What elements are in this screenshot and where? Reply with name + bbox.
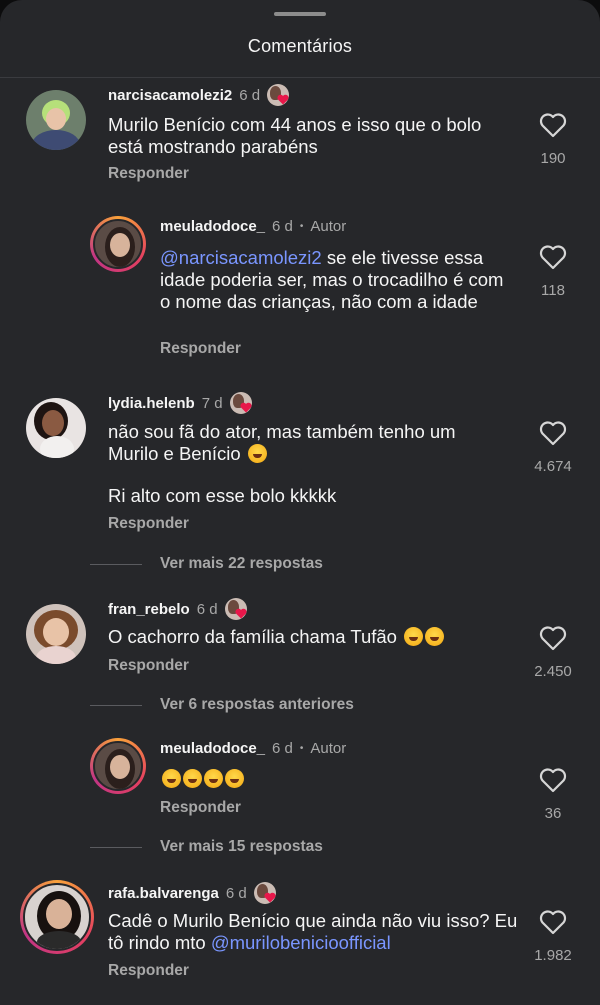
- tears-of-joy-emoji-icon: [425, 627, 445, 646]
- reply-button[interactable]: Responder: [160, 799, 241, 817]
- comment-text: [160, 768, 460, 790]
- heart-outline-icon: [539, 113, 567, 138]
- heart-outline-icon: [539, 421, 567, 446]
- heart-outline-icon: [539, 768, 567, 793]
- author-badge: Autor: [310, 740, 347, 757]
- comment-time: 7 d: [201, 394, 223, 412]
- reply-button[interactable]: Responder: [108, 657, 189, 675]
- like-button[interactable]: 1.982: [530, 909, 576, 964]
- like-button[interactable]: 36: [530, 767, 576, 822]
- drag-handle[interactable]: [274, 12, 326, 16]
- tears-of-joy-emoji-icon: [404, 627, 424, 646]
- comment-time: 6 d: [239, 86, 261, 104]
- creator-heart-badge-icon: [267, 84, 290, 106]
- mention-link[interactable]: @murilobenicioofficial: [211, 932, 391, 953]
- reply-button[interactable]: Responder: [108, 165, 189, 183]
- separator-dot: •: [299, 221, 304, 232]
- like-button[interactable]: 118: [530, 244, 576, 299]
- creator-heart-badge-icon: [224, 598, 247, 620]
- reply-button[interactable]: Responder: [108, 962, 189, 980]
- like-count: 2.450: [534, 663, 572, 680]
- tears-of-joy-emoji-icon: [162, 769, 181, 788]
- avatar[interactable]: [90, 738, 146, 794]
- separator-dot: •: [299, 743, 304, 754]
- heart-outline-icon: [539, 626, 567, 651]
- like-button[interactable]: 190: [530, 112, 576, 167]
- tears-of-joy-emoji-icon: [183, 769, 202, 788]
- avatar[interactable]: [90, 216, 146, 272]
- comment-text: @narcisacamolezi2 se ele tivesse essa id…: [160, 247, 504, 312]
- avatar[interactable]: [20, 880, 94, 954]
- creator-heart-badge-icon: [229, 392, 252, 414]
- like-count: 36: [544, 805, 562, 822]
- comment-username[interactable]: meuladodoce_: [160, 740, 265, 757]
- like-button[interactable]: 4.674: [530, 420, 576, 475]
- like-count: 118: [541, 282, 565, 299]
- avatar[interactable]: [26, 90, 86, 150]
- like-count: 190: [540, 150, 566, 167]
- like-button[interactable]: 2.450: [530, 625, 576, 680]
- comments-sheet: Comentários narcisacamolezi2 6 d Murilo …: [0, 0, 600, 1005]
- comment-time: 6 d: [225, 884, 247, 902]
- avatar[interactable]: [26, 398, 86, 458]
- tears-of-joy-emoji-icon: [204, 769, 223, 788]
- page-title: Comentários: [247, 36, 353, 56]
- comment-username[interactable]: lydia.helenb: [108, 395, 195, 412]
- reply-button[interactable]: Responder: [108, 515, 189, 533]
- comment-text: Murilo Benício com 44 anos e isso que o …: [108, 114, 482, 157]
- reply-button[interactable]: Responder: [160, 340, 241, 358]
- comment-text: Cadê o Murilo Benício que ainda não viu …: [108, 910, 518, 953]
- creator-heart-badge-icon: [253, 882, 276, 904]
- author-badge: Autor: [310, 218, 347, 235]
- view-more-replies[interactable]: Ver mais 22 respostas: [90, 555, 323, 573]
- view-previous-replies[interactable]: Ver 6 respostas anteriores: [90, 696, 354, 714]
- comment-username[interactable]: meuladodoce_: [160, 218, 265, 235]
- comment-text: O cachorro da família chama Tufão: [108, 626, 518, 648]
- view-more-replies[interactable]: Ver mais 15 respostas: [90, 838, 323, 856]
- comment-time: 6 d: [196, 600, 218, 618]
- comment-time: 6 d: [272, 218, 293, 235]
- comment-username[interactable]: narcisacamolezi2: [108, 87, 232, 104]
- tears-of-joy-emoji-icon: [225, 769, 244, 788]
- heart-outline-icon: [539, 910, 567, 935]
- tears-of-joy-emoji-icon: [247, 444, 267, 463]
- comment-username[interactable]: fran_rebelo: [108, 601, 190, 618]
- comment-username[interactable]: rafa.balvarenga: [108, 885, 219, 902]
- heart-outline-icon: [539, 245, 567, 270]
- avatar[interactable]: [26, 604, 86, 664]
- comment-text: não sou fã do ator, mas também tenho um …: [108, 421, 456, 464]
- comment-text: Ri alto com esse bolo kkkkk: [108, 485, 337, 506]
- header-divider: [0, 77, 600, 78]
- comment-time: 6 d: [272, 740, 293, 757]
- like-count: 4.674: [534, 458, 572, 475]
- like-count: 1.982: [534, 947, 572, 964]
- mention-link[interactable]: @narcisacamolezi2: [160, 247, 322, 268]
